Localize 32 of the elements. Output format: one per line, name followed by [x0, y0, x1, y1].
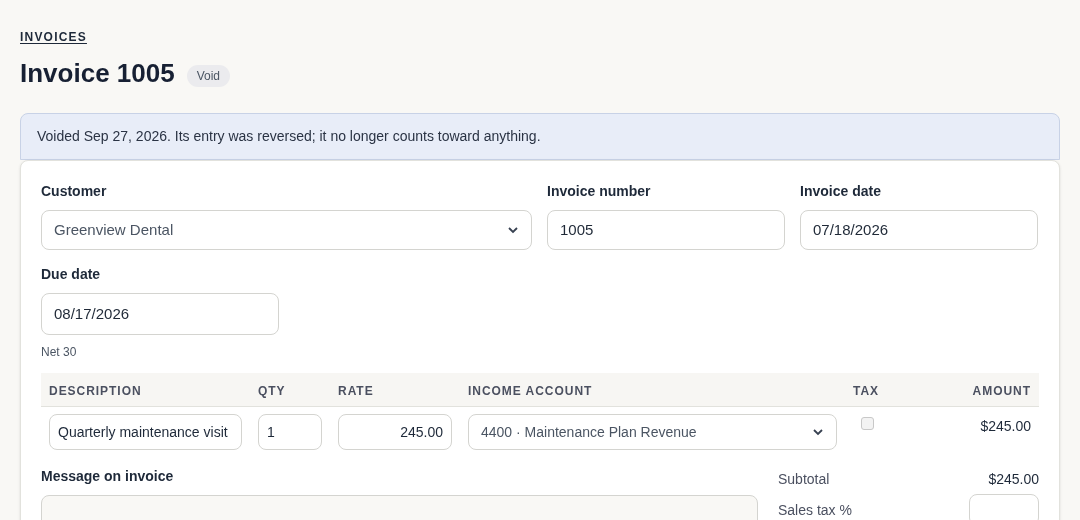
field-label: Invoice number — [547, 182, 652, 201]
text-field[interactable]: 07/18/2026 — [800, 210, 1038, 250]
field-label: Customer — [41, 182, 108, 201]
totals-value: $245.00 — [988, 470, 1039, 489]
due-date-hint: Net 30 — [41, 344, 78, 361]
field-label: Invoice date — [800, 182, 882, 201]
due-date-field[interactable]: 08/17/2026 — [41, 293, 279, 335]
column-header: QTY — [258, 383, 286, 398]
description-field[interactable]: Quarterly maintenance visit — [49, 414, 242, 450]
text-field[interactable]: 1005 — [547, 210, 785, 250]
customer-select[interactable]: Greenview Dental — [41, 210, 532, 250]
column-header: INCOME ACCOUNT — [468, 383, 593, 398]
rate-field[interactable]: 245.00 — [338, 414, 452, 450]
column-header: RATE — [338, 383, 374, 398]
breadcrumb-link[interactable]: INVOICES — [20, 30, 87, 44]
totals-label: Subtotal — [778, 470, 830, 489]
column-header: DESCRIPTION — [49, 383, 142, 398]
tax-checkbox[interactable] — [861, 417, 874, 430]
status-badge: Void — [186, 64, 230, 87]
chevron-down-icon — [812, 426, 824, 438]
income-account-select[interactable]: 4400 · Maintenance Plan Revenue — [468, 414, 837, 450]
field-label: Due date — [41, 265, 102, 284]
page-title: Invoice 1005 — [20, 57, 175, 90]
column-header: AMOUNT — [972, 383, 1031, 398]
chevron-down-icon — [507, 224, 519, 236]
field-label: Message on invoice — [41, 467, 175, 486]
quantity-field[interactable]: 1 — [258, 414, 322, 450]
totals-label: Sales tax % — [778, 500, 852, 520]
line-amount: $245.00 — [980, 418, 1031, 434]
tax-rate-field[interactable] — [969, 494, 1039, 520]
void-notice: Voided Sep 27, 2026. Its entry was reversed; it no longer counts toward anything. — [20, 113, 1060, 160]
column-header: TAX — [853, 383, 879, 398]
